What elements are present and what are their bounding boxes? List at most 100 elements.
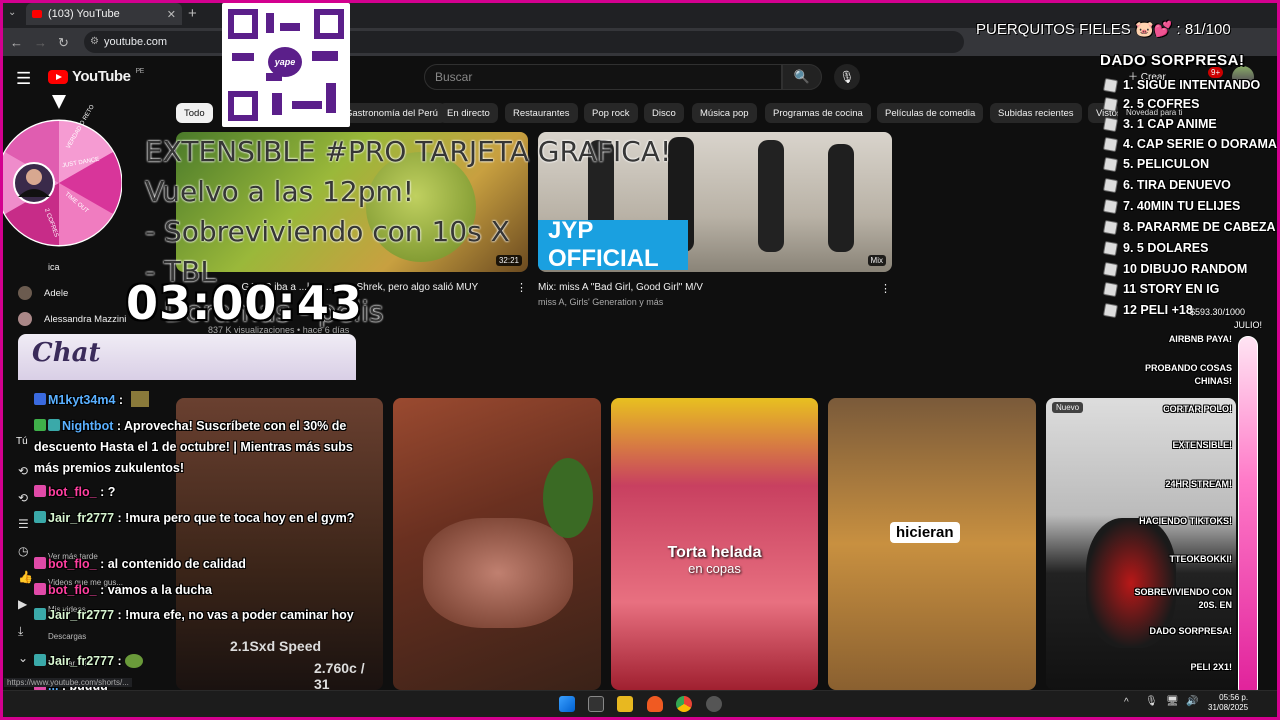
badge-icon (34, 485, 46, 497)
tab-title: (103) YouTube (48, 8, 120, 20)
short-thumbnail-meat[interactable] (393, 398, 601, 690)
windows-start-icon[interactable] (559, 696, 575, 712)
plant-image (543, 458, 593, 538)
dancer-figure (758, 140, 784, 252)
prize-item: 11 STORY EN IG (1102, 281, 1219, 297)
microphone-icon: 🎙 (839, 70, 855, 84)
goal-label: PUERQUITOS FIELES (976, 21, 1131, 38)
forward-icon[interactable]: → (34, 35, 47, 50)
site-info-icon[interactable]: ⚙ (90, 36, 99, 47)
dice-icon (1102, 240, 1119, 256)
tab-search-icon[interactable]: ⌄ (8, 7, 16, 18)
prize-item: 12 PELI +18 (1102, 302, 1193, 318)
search-input[interactable]: Buscar (424, 64, 782, 90)
channel-avatar (18, 286, 32, 300)
chrome-icon[interactable] (676, 696, 692, 712)
badge-icon (34, 654, 46, 666)
country-code: PE (135, 68, 144, 75)
network-icon[interactable]: 🖥 (1166, 696, 1179, 707)
goal-label: DADO SORPRESA! (1149, 626, 1232, 636)
more-options-icon[interactable]: ⋮ (880, 282, 891, 295)
reload-icon[interactable]: ↻ (58, 35, 69, 51)
taskbar-clock[interactable]: 05:56 p. 31/08/2025 (1208, 693, 1248, 713)
obs-icon[interactable] (706, 696, 722, 712)
chat-message: Jair_fr2777 : (34, 651, 356, 672)
emote-icon (130, 391, 149, 407)
prize-item: 7. 40MIN TU ELIJES (1102, 198, 1240, 214)
sidebar-item-alessandra[interactable]: Alessandra Mazzini (18, 312, 126, 326)
youtube-wordmark: YouTube (72, 68, 131, 85)
prize-item: 9. 5 DOLARES (1102, 240, 1208, 256)
ribs-image (423, 518, 573, 628)
sidebar-item-adele[interactable]: Adele (18, 286, 68, 300)
url-field[interactable]: ⚙ youtube.com (84, 31, 964, 53)
prize-item: 5. PELICULON (1102, 156, 1209, 172)
chip-todo[interactable]: Todo (176, 103, 213, 123)
goal-label: PROBANDO COSAS CHINAS! (1144, 363, 1232, 386)
badge-icon (34, 608, 46, 620)
voice-search-button[interactable]: 🎙 (834, 64, 860, 90)
pig-icon: 🐷💕 (1134, 21, 1173, 38)
new-tab-button[interactable]: + (188, 5, 197, 22)
notes-line: Vuelvo a las 12pm! (145, 175, 414, 208)
stream-screen: ⌄ (103) YouTube ✕ + ← → ↻ ⚙ youtube.com … (0, 0, 1280, 720)
sidebar-item-label: Adele (44, 287, 69, 299)
task-view-icon[interactable] (588, 696, 604, 712)
file-explorer-icon[interactable] (617, 696, 633, 712)
prize-item: 4. CAP SERIE O DORAMA (1102, 136, 1277, 152)
short-thumbnail-torta[interactable]: Torta helada en copas (611, 398, 818, 690)
new-badge: Nuevo (1052, 402, 1084, 413)
search-icon: 🔍 (793, 69, 811, 84)
chip-musica-pop[interactable]: Música pop (692, 103, 757, 123)
chat-title: Chat (32, 338, 101, 368)
dice-icon (1102, 96, 1119, 112)
chip-pop-rock[interactable]: Pop rock (584, 103, 638, 123)
search-button[interactable]: 🔍 (782, 64, 822, 90)
sidebar-section-you: Tú (16, 436, 28, 447)
chat-message: Jair_fr2777 : !mura efe, no vas a poder … (34, 605, 356, 626)
short-thumbnail-fries[interactable]: hicieran (828, 398, 1036, 690)
chip-subidas-recientes[interactable]: Subidas recientes (990, 103, 1082, 123)
goal-label: EXTENSIBLE! (1172, 440, 1232, 450)
youtube-logo[interactable]: YouTube PE (48, 68, 144, 85)
close-tab-icon[interactable]: ✕ (167, 8, 176, 21)
chip-programas-cocina[interactable]: Programas de cocina (765, 103, 871, 123)
chip-gastronomia[interactable]: Gastronomía del Perú (337, 103, 446, 123)
back-icon[interactable]: ← (10, 35, 23, 50)
download-icon: ⤓ (18, 624, 24, 638)
dice-icon (1102, 116, 1119, 132)
volume-icon[interactable]: 🔊 (1186, 696, 1198, 707)
prize-item: 6. TIRA DENUEVO (1102, 177, 1231, 193)
chevron-down-icon[interactable]: ⌄ (18, 651, 28, 665)
chat-message: bot_flo_ : al contenido de calidad (34, 554, 356, 575)
browser-tab[interactable]: (103) YouTube ✕ (26, 3, 182, 25)
badge-icon (34, 419, 46, 431)
history-icon: ⟲ (18, 491, 29, 505)
chip-disco[interactable]: Disco (644, 103, 684, 123)
emote-icon (125, 654, 144, 668)
short-overlay-subtitle: en copas (688, 561, 741, 576)
chip-restaurantes[interactable]: Restaurantes (505, 103, 578, 123)
hamburger-menu-icon[interactable]: ☰ (16, 69, 31, 89)
sidebar-item-label: Descargas (48, 632, 87, 641)
mix-badge: Mix (867, 255, 886, 266)
tray-chevron-icon[interactable]: ^ (1124, 697, 1129, 708)
sidebar-item-downloads[interactable]: Descargas (48, 626, 86, 644)
microphone-tray-icon[interactable]: 🎙 (1145, 696, 1158, 707)
chip-peliculas-comedia[interactable]: Películas de comedia (877, 103, 984, 123)
donation-month: JULIO! (1234, 320, 1263, 330)
watch-later-icon: ◷ (18, 544, 29, 558)
chat-message: bot_flo_ : vamos a la ducha (34, 580, 356, 601)
windows-taskbar (0, 690, 1280, 720)
playlist-icon: ☰ (18, 517, 29, 531)
status-url: https://www.youtube.com/shorts/... (4, 678, 132, 687)
channel-avatar (18, 312, 32, 326)
prize-item: 8. PARARME DE CABEZA (1102, 219, 1276, 235)
prize-item: 2. 5 COFRES (1102, 96, 1199, 112)
goal-label: TTEOKBOKKI! (1169, 554, 1233, 564)
chip-en-directo[interactable]: En directo (439, 103, 498, 123)
chat-message: M1kyt34m4 : (34, 390, 356, 411)
dice-icon (1102, 136, 1119, 152)
goal-label: 24HR STREAM! (1165, 479, 1232, 489)
brave-browser-icon[interactable] (647, 696, 663, 712)
